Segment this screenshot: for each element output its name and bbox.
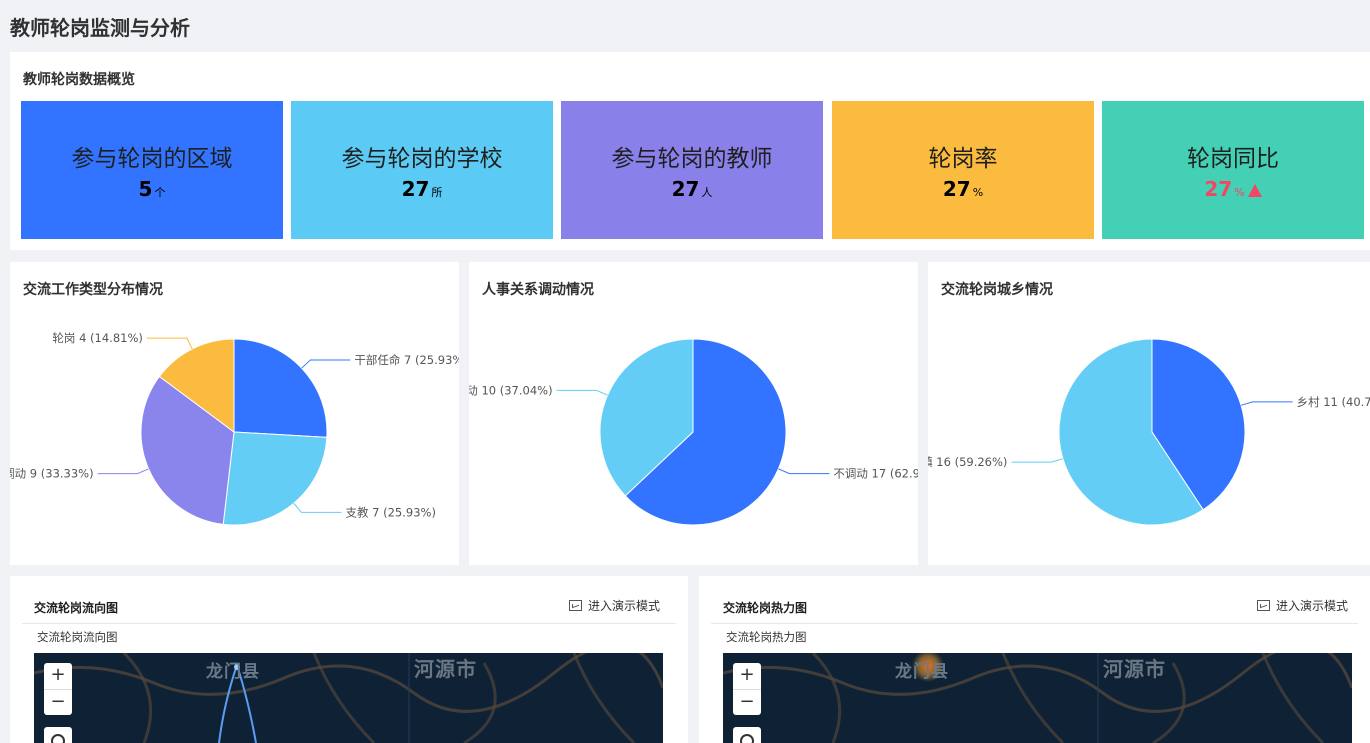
map-subtitle: 交流轮岗流向图 [37,630,118,644]
map-panel-heat: 交流轮岗热力图 进入演示模式 交流轮岗热力图 龙门县 河源市 + − [699,576,1370,743]
card-value: 27 所 [401,177,443,201]
demo-mode-button[interactable]: 进入演示模式 [1256,597,1348,614]
pie-label-line [1240,401,1293,406]
locate-button[interactable] [733,727,761,743]
map-roads [723,653,1352,743]
map-canvas[interactable]: 龙门县 河源市 + − [34,653,663,743]
page-title: 教师轮岗监测与分析 [10,16,190,40]
overview-panel: 教师轮岗数据概览 参与轮岗的区域 5个 参与轮岗的学校 27 所 参与轮岗的教师 … [10,52,1370,250]
card-label: 参与轮岗的区域 [71,146,233,172]
pie-panel-transfer: 人事关系调动情况 不调动 17 (62.96%)调动 10 (37.04%) [469,262,918,565]
card-yoy: 轮岗同比 27% [1102,101,1364,239]
pie-label-line [556,389,608,396]
card-label: 轮岗同比 [1187,146,1279,172]
pie-slice-label: 轮岗 4 (14.81%) [52,331,142,345]
pie-label-line [293,502,342,513]
demo-mode-label: 进入演示模式 [587,599,660,613]
divider [711,623,1358,624]
map-place-label: 河源市 [1103,657,1166,681]
zoom-out-button[interactable]: − [733,689,761,715]
demo-mode-button[interactable]: 进入演示模式 [568,597,660,614]
card-schools: 参与轮岗的学校 27 所 [291,101,553,239]
presentation-icon [1256,600,1270,611]
divider [22,623,676,624]
map-roads [34,653,663,743]
card-label: 参与轮岗的教师 [611,146,773,172]
card-teachers: 参与轮岗的教师 27 人 [561,101,823,239]
zoom-in-button[interactable]: + [44,663,72,689]
pie-slice-label: 乡村 11 (40.74%) [1297,395,1370,409]
zoom-in-button[interactable]: + [733,663,761,689]
pie-slice-label: 不调动 17 (62.96%) [833,467,918,481]
pie-slice[interactable] [233,338,328,438]
zoom-control: + − [44,663,72,715]
card-value: 5个 [138,177,166,201]
map-canvas[interactable]: 龙门县 河源市 + − [723,653,1352,743]
locate-icon [740,734,754,743]
pie-label-line [97,468,149,475]
map-header: 交流轮岗热力图 进入演示模式 [699,576,1370,624]
locate-icon [51,734,65,743]
card-regions: 参与轮岗的区域 5个 [21,101,283,239]
card-label: 参与轮岗的学校 [341,146,503,172]
pie-slice-label: 支教 7 (25.93%) [345,505,435,519]
demo-mode-label: 进入演示模式 [1275,599,1348,613]
pie-slice-label: 调动 10 (37.04%) [469,383,553,397]
locate-button[interactable] [44,727,72,743]
card-rotation-rate: 轮岗率 27% [832,101,1094,239]
overview-title: 教师轮岗数据概览 [23,72,135,88]
pie-label-line [1011,458,1064,463]
map-place-label: 龙门县 [895,662,949,682]
card-label: 轮岗率 [928,146,998,172]
pie-panel-work-type: 交流工作类型分布情况 干部任命 7 (25.93%)支教 7 (25.93%)教… [10,262,459,565]
pie-slice-label: 干部任命 7 (25.93%) [354,353,459,367]
zoom-control: + − [733,663,761,715]
pie-label-line [301,359,351,369]
map-subtitle: 交流轮岗热力图 [726,630,807,644]
pie-chart-transfer: 不调动 17 (62.96%) 调动 10 (37.04%) [469,338,918,526]
trend-up-icon [1247,184,1262,197]
map-header: 交流轮岗流向图 进入演示模式 [10,576,688,624]
map-title: 交流轮岗流向图 [34,601,119,615]
pie-chart-urban-rural: 乡村 11 (40.74%) 城镇 16 (59.26%) [928,338,1370,526]
card-value: 27 人 [671,177,713,201]
presentation-icon [568,600,582,611]
pie-panel-urban-rural: 交流轮岗城乡情况 乡村 11 (40.74%)城镇 16 (59.26%) [928,262,1370,565]
pie-label-line [778,468,830,475]
card-value: 27% [942,177,984,201]
pie-slice[interactable] [222,431,328,526]
card-value: 27% [1102,177,1364,201]
zoom-out-button[interactable]: − [44,689,72,715]
pie-label-line [146,337,193,350]
pie-chart-work-type: 干部任命 7 (25.93%) 支教 7 (25.93%) 教调动 9 (33.33… [10,331,459,526]
map-panel-flow: 交流轮岗流向图 进入演示模式 交流轮岗流向图 龙门县 河源市 + − [10,576,688,743]
map-place-label: 河源市 [414,657,477,681]
map-title: 交流轮岗热力图 [723,601,808,615]
pie-slice-label: 城镇 16 (59.26%) [928,455,1007,469]
pie-slice-label: 教调动 9 (33.33%) [10,467,94,481]
map-place-label: 龙门县 [206,662,260,682]
